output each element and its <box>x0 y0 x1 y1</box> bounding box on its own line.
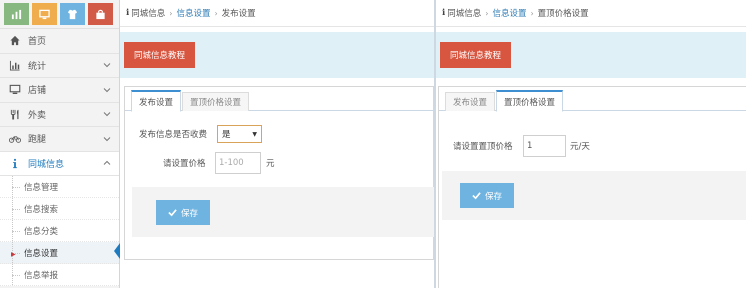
shortcut-stats-button[interactable] <box>4 3 29 25</box>
sidebar-item-label: 统计 <box>28 61 47 72</box>
sidebar-item-home[interactable]: 首页 <box>0 29 119 54</box>
sidebar-subitem-label: 信息分类 <box>24 226 59 237</box>
top-price-row: 请设置置顶价格 1 元/天 <box>453 135 590 157</box>
tab-bar: 发布设置 置顶价格设置 <box>125 90 433 112</box>
sidebar-item-errand[interactable]: 跑腿 <box>0 127 119 152</box>
save-button[interactable]: 保存 <box>460 183 514 208</box>
info-icon <box>13 158 17 168</box>
bicycle-icon <box>9 136 21 144</box>
tutorial-button[interactable]: 同城信息教程 <box>440 42 512 68</box>
chevron-down-icon <box>103 112 111 117</box>
chevron-down-icon <box>103 136 111 141</box>
sidebar-subitem-label: 信息管理 <box>24 182 59 193</box>
info-icon: ℹ <box>442 8 446 18</box>
tutorial-button[interactable]: 同城信息教程 <box>124 42 196 68</box>
utensils-icon <box>10 109 19 120</box>
tab-bar: 发布设置 置顶价格设置 <box>439 90 746 112</box>
sidebar-subitem-info-settings[interactable]: ▶ 信息设置 <box>0 242 119 264</box>
top-price-label: 请设置置顶价格 <box>453 142 513 152</box>
monitor-icon <box>9 85 21 95</box>
sidebar-subitem-info-report[interactable]: 信息举报 <box>0 264 119 286</box>
sidebar-subitem-label: 信息设置 <box>24 248 59 259</box>
sidebar-subitem-label: 信息举报 <box>24 270 59 281</box>
save-button-label: 保存 <box>484 191 502 202</box>
sidebar-item-label: 首页 <box>28 37 47 48</box>
top-price-input[interactable]: 1 <box>523 135 566 157</box>
sidebar: 首页 统计 店铺 外卖 跑腿 同城信息 信息管理 信息搜索 信息分类 ▶ 信息设… <box>0 0 120 288</box>
breadcrumb-link[interactable]: 信息设置 <box>176 7 210 19</box>
breadcrumb: ℹ 同城信息 › 信息设置 › 置顶价格设置 <box>436 0 746 27</box>
chevron-down-icon <box>103 87 111 92</box>
breadcrumb-home[interactable]: 同城信息 <box>131 7 165 19</box>
check-icon <box>168 209 177 217</box>
form-actions: 保存 <box>442 171 746 220</box>
shortcut-shirt-button[interactable] <box>60 3 85 25</box>
save-button-label: 保存 <box>180 208 198 219</box>
tutorial-banner: 同城信息教程 <box>436 32 746 78</box>
shortcut-bar <box>0 0 119 29</box>
settings-card: 发布设置 置顶价格设置 请设置置顶价格 1 元/天 保存 <box>438 86 746 288</box>
chevron-down-icon <box>103 63 111 68</box>
charge-label: 发布信息是否收费 <box>139 130 208 140</box>
settings-card: 发布设置 置顶价格设置 发布信息是否收费 是 ▼ 请设置价格 1-100 元 保… <box>124 86 434 260</box>
sidebar-item-store[interactable]: 店铺 <box>0 78 119 103</box>
check-icon <box>472 192 481 200</box>
sidebar-subitem-info-search[interactable]: 信息搜索 <box>0 198 119 220</box>
price-row: 请设置价格 1-100 元 <box>163 152 275 174</box>
bag-icon <box>96 9 105 19</box>
bar-chart-icon <box>9 60 20 71</box>
breadcrumb-current: 置顶价格设置 <box>537 9 589 19</box>
tab-top-price-settings[interactable]: 置顶价格设置 <box>182 92 250 111</box>
tab-publish-settings[interactable]: 发布设置 <box>131 90 182 112</box>
price-input[interactable]: 1-100 <box>215 152 261 174</box>
info-icon: ℹ <box>126 8 130 18</box>
shortcut-desktop-button[interactable] <box>32 3 57 25</box>
shortcut-bag-button[interactable] <box>88 3 113 25</box>
price-label: 请设置价格 <box>163 159 206 169</box>
breadcrumb-separator-icon: › <box>169 8 173 18</box>
sidebar-subitem-info-manage[interactable]: 信息管理 <box>0 176 119 198</box>
sidebar-item-label: 跑腿 <box>28 135 47 146</box>
breadcrumb-separator-icon: › <box>530 8 534 18</box>
breadcrumb-separator-icon: › <box>214 8 218 18</box>
form-actions: 保存 <box>132 187 434 237</box>
sidebar-item-city-info[interactable]: 同城信息 <box>0 151 119 176</box>
sidebar-item-stats[interactable]: 统计 <box>0 54 119 78</box>
breadcrumb: ℹ 同城信息 › 信息设置 › 发布设置 <box>120 0 434 27</box>
save-button[interactable]: 保存 <box>156 200 210 225</box>
app-root: 首页 统计 店铺 外卖 跑腿 同城信息 信息管理 信息搜索 信息分类 ▶ 信息设… <box>0 0 746 288</box>
sidebar-subitem-label: 信息搜索 <box>24 204 59 215</box>
caret-down-icon: ▼ <box>252 130 257 138</box>
top-price-unit: 元/天 <box>570 142 590 152</box>
sidebar-item-label: 店铺 <box>28 86 47 97</box>
home-icon <box>10 36 20 46</box>
sidebar-subitem-info-category[interactable]: 信息分类 <box>0 220 119 242</box>
sidebar-item-label: 外卖 <box>28 110 47 121</box>
shirt-icon <box>67 9 78 19</box>
bar-chart-icon <box>11 9 22 19</box>
breadcrumb-home[interactable]: 同城信息 <box>447 7 481 19</box>
tutorial-banner: 同城信息教程 <box>120 32 434 78</box>
charge-row: 发布信息是否收费 是 ▼ <box>139 125 262 143</box>
charge-select[interactable]: 是 ▼ <box>217 125 262 143</box>
desktop-icon <box>39 9 50 19</box>
publish-settings-pane: ℹ 同城信息 › 信息设置 › 发布设置 同城信息教程 发布设置 置顶价格设置 … <box>120 0 436 288</box>
top-price-settings-pane: ℹ 同城信息 › 信息设置 › 置顶价格设置 同城信息教程 发布设置 置顶价格设… <box>436 0 746 288</box>
price-unit: 元 <box>266 159 275 169</box>
breadcrumb-separator-icon: › <box>485 8 489 18</box>
tab-top-price-settings[interactable]: 置顶价格设置 <box>496 90 564 112</box>
chevron-up-icon <box>103 161 111 166</box>
tab-publish-settings[interactable]: 发布设置 <box>445 92 496 111</box>
sidebar-item-takeout[interactable]: 外卖 <box>0 103 119 127</box>
breadcrumb-link[interactable]: 信息设置 <box>492 7 526 19</box>
charge-select-value: 是 <box>222 130 231 140</box>
breadcrumb-current: 发布设置 <box>221 9 256 19</box>
sidebar-item-label: 同城信息 <box>28 159 65 170</box>
caret-right-icon: ▶ <box>11 251 16 258</box>
